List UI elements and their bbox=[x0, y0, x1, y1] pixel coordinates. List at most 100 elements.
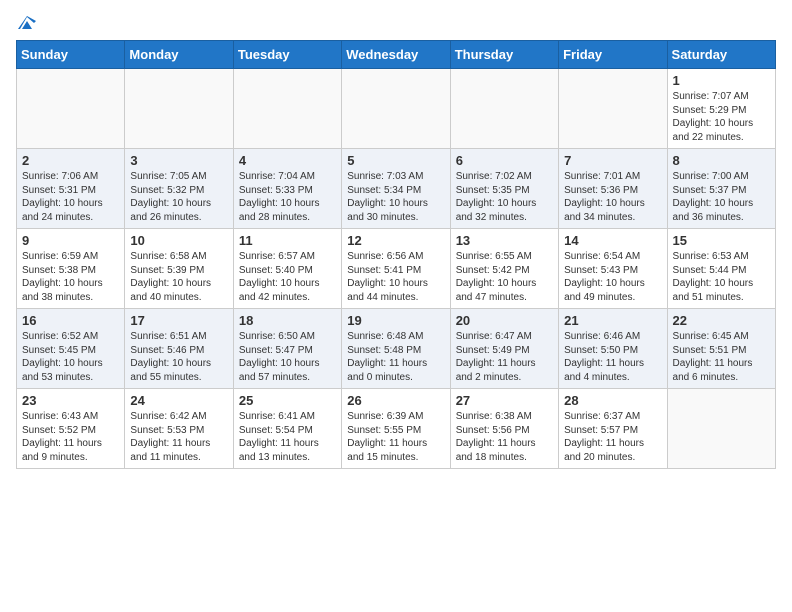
calendar-cell: 24 Sunrise: 6:42 AM Sunset: 5:53 PM Dayli… bbox=[125, 389, 233, 469]
calendar-week-3: 16 Sunrise: 6:52 AM Sunset: 5:45 PM Dayli… bbox=[17, 309, 776, 389]
calendar-cell: 14 Sunrise: 6:54 AM Sunset: 5:43 PM Dayli… bbox=[559, 229, 667, 309]
day-info: Sunrise: 6:39 AM Sunset: 5:55 PM Dayligh… bbox=[347, 410, 444, 464]
calendar-cell: 13 Sunrise: 6:55 AM Sunset: 5:42 PM Dayli… bbox=[450, 229, 558, 309]
weekday-monday: Monday bbox=[125, 41, 233, 69]
calendar-cell: 15 Sunrise: 6:53 AM Sunset: 5:44 PM Dayli… bbox=[667, 229, 775, 309]
calendar-cell bbox=[450, 69, 558, 149]
day-number: 6 bbox=[456, 153, 553, 168]
calendar-cell: 16 Sunrise: 6:52 AM Sunset: 5:45 PM Dayli… bbox=[17, 309, 125, 389]
day-info: Sunrise: 6:48 AM Sunset: 5:48 PM Dayligh… bbox=[347, 330, 444, 384]
day-info: Sunrise: 7:01 AM Sunset: 5:36 PM Dayligh… bbox=[564, 170, 661, 224]
day-info: Sunrise: 6:42 AM Sunset: 5:53 PM Dayligh… bbox=[130, 410, 227, 464]
day-number: 18 bbox=[239, 313, 336, 328]
day-info: Sunrise: 7:07 AM Sunset: 5:29 PM Dayligh… bbox=[673, 90, 770, 144]
day-number: 26 bbox=[347, 393, 444, 408]
day-info: Sunrise: 7:03 AM Sunset: 5:34 PM Dayligh… bbox=[347, 170, 444, 224]
calendar-cell: 18 Sunrise: 6:50 AM Sunset: 5:47 PM Dayli… bbox=[233, 309, 341, 389]
day-number: 2 bbox=[22, 153, 119, 168]
calendar-table: SundayMondayTuesdayWednesdayThursdayFrid… bbox=[16, 40, 776, 469]
calendar-cell: 21 Sunrise: 6:46 AM Sunset: 5:50 PM Dayli… bbox=[559, 309, 667, 389]
day-info: Sunrise: 6:55 AM Sunset: 5:42 PM Dayligh… bbox=[456, 250, 553, 304]
day-number: 11 bbox=[239, 233, 336, 248]
calendar-week-1: 2 Sunrise: 7:06 AM Sunset: 5:31 PM Daylig… bbox=[17, 149, 776, 229]
day-number: 9 bbox=[22, 233, 119, 248]
calendar-cell: 8Sunrise: 7:00 AM Sunset: 5:37 PM Daylig… bbox=[667, 149, 775, 229]
calendar-cell: 20 Sunrise: 6:47 AM Sunset: 5:49 PM Dayli… bbox=[450, 309, 558, 389]
calendar-header: SundayMondayTuesdayWednesdayThursdayFrid… bbox=[17, 41, 776, 69]
day-info: Sunrise: 6:58 AM Sunset: 5:39 PM Dayligh… bbox=[130, 250, 227, 304]
weekday-tuesday: Tuesday bbox=[233, 41, 341, 69]
day-info: Sunrise: 6:50 AM Sunset: 5:47 PM Dayligh… bbox=[239, 330, 336, 384]
day-info: Sunrise: 6:52 AM Sunset: 5:45 PM Dayligh… bbox=[22, 330, 119, 384]
day-number: 25 bbox=[239, 393, 336, 408]
calendar-cell bbox=[559, 69, 667, 149]
calendar-week-4: 23Sunrise: 6:43 AM Sunset: 5:52 PM Dayli… bbox=[17, 389, 776, 469]
weekday-wednesday: Wednesday bbox=[342, 41, 450, 69]
day-info: Sunrise: 6:56 AM Sunset: 5:41 PM Dayligh… bbox=[347, 250, 444, 304]
day-number: 13 bbox=[456, 233, 553, 248]
day-number: 14 bbox=[564, 233, 661, 248]
day-number: 22 bbox=[673, 313, 770, 328]
day-info: Sunrise: 6:37 AM Sunset: 5:57 PM Dayligh… bbox=[564, 410, 661, 464]
calendar-cell: 12 Sunrise: 6:56 AM Sunset: 5:41 PM Dayli… bbox=[342, 229, 450, 309]
day-number: 12 bbox=[347, 233, 444, 248]
calendar-cell: 17 Sunrise: 6:51 AM Sunset: 5:46 PM Dayli… bbox=[125, 309, 233, 389]
calendar-cell: 5 Sunrise: 7:03 AM Sunset: 5:34 PM Daylig… bbox=[342, 149, 450, 229]
day-number: 15 bbox=[673, 233, 770, 248]
weekday-sunday: Sunday bbox=[17, 41, 125, 69]
day-info: Sunrise: 6:45 AM Sunset: 5:51 PM Dayligh… bbox=[673, 330, 770, 384]
weekday-saturday: Saturday bbox=[667, 41, 775, 69]
calendar-cell: 23Sunrise: 6:43 AM Sunset: 5:52 PM Dayli… bbox=[17, 389, 125, 469]
day-number: 19 bbox=[347, 313, 444, 328]
calendar-cell: 4 Sunrise: 7:04 AM Sunset: 5:33 PM Daylig… bbox=[233, 149, 341, 229]
day-number: 5 bbox=[347, 153, 444, 168]
day-number: 24 bbox=[130, 393, 227, 408]
calendar-cell: 3 Sunrise: 7:05 AM Sunset: 5:32 PM Daylig… bbox=[125, 149, 233, 229]
day-info: Sunrise: 6:51 AM Sunset: 5:46 PM Dayligh… bbox=[130, 330, 227, 384]
calendar-cell: 10 Sunrise: 6:58 AM Sunset: 5:39 PM Dayli… bbox=[125, 229, 233, 309]
day-info: Sunrise: 7:04 AM Sunset: 5:33 PM Dayligh… bbox=[239, 170, 336, 224]
day-info: Sunrise: 7:05 AM Sunset: 5:32 PM Dayligh… bbox=[130, 170, 227, 224]
calendar-cell bbox=[125, 69, 233, 149]
weekday-header-row: SundayMondayTuesdayWednesdayThursdayFrid… bbox=[17, 41, 776, 69]
day-info: Sunrise: 6:38 AM Sunset: 5:56 PM Dayligh… bbox=[456, 410, 553, 464]
calendar-cell: 9 Sunrise: 6:59 AM Sunset: 5:38 PM Daylig… bbox=[17, 229, 125, 309]
calendar-body: 1 Sunrise: 7:07 AM Sunset: 5:29 PM Daylig… bbox=[17, 69, 776, 469]
calendar-week-2: 9 Sunrise: 6:59 AM Sunset: 5:38 PM Daylig… bbox=[17, 229, 776, 309]
calendar-cell: 25 Sunrise: 6:41 AM Sunset: 5:54 PM Dayli… bbox=[233, 389, 341, 469]
day-info: Sunrise: 7:02 AM Sunset: 5:35 PM Dayligh… bbox=[456, 170, 553, 224]
day-info: Sunrise: 6:53 AM Sunset: 5:44 PM Dayligh… bbox=[673, 250, 770, 304]
calendar-cell: 27 Sunrise: 6:38 AM Sunset: 5:56 PM Dayli… bbox=[450, 389, 558, 469]
day-info: Sunrise: 6:57 AM Sunset: 5:40 PM Dayligh… bbox=[239, 250, 336, 304]
day-number: 4 bbox=[239, 153, 336, 168]
calendar-cell bbox=[17, 69, 125, 149]
day-info: Sunrise: 7:06 AM Sunset: 5:31 PM Dayligh… bbox=[22, 170, 119, 224]
day-number: 3 bbox=[130, 153, 227, 168]
calendar-cell bbox=[667, 389, 775, 469]
calendar-cell: 1 Sunrise: 7:07 AM Sunset: 5:29 PM Daylig… bbox=[667, 69, 775, 149]
day-number: 1 bbox=[673, 73, 770, 88]
day-info: Sunrise: 6:59 AM Sunset: 5:38 PM Dayligh… bbox=[22, 250, 119, 304]
logo-icon bbox=[18, 16, 36, 30]
calendar-cell: 22 Sunrise: 6:45 AM Sunset: 5:51 PM Dayli… bbox=[667, 309, 775, 389]
calendar-cell: 7 Sunrise: 7:01 AM Sunset: 5:36 PM Daylig… bbox=[559, 149, 667, 229]
day-info: Sunrise: 6:46 AM Sunset: 5:50 PM Dayligh… bbox=[564, 330, 661, 384]
day-info: Sunrise: 6:41 AM Sunset: 5:54 PM Dayligh… bbox=[239, 410, 336, 464]
day-info: Sunrise: 6:47 AM Sunset: 5:49 PM Dayligh… bbox=[456, 330, 553, 384]
calendar-cell: 2 Sunrise: 7:06 AM Sunset: 5:31 PM Daylig… bbox=[17, 149, 125, 229]
day-number: 23 bbox=[22, 393, 119, 408]
day-number: 17 bbox=[130, 313, 227, 328]
day-number: 8 bbox=[673, 153, 770, 168]
day-number: 16 bbox=[22, 313, 119, 328]
day-number: 7 bbox=[564, 153, 661, 168]
weekday-thursday: Thursday bbox=[450, 41, 558, 69]
day-number: 20 bbox=[456, 313, 553, 328]
day-info: Sunrise: 6:54 AM Sunset: 5:43 PM Dayligh… bbox=[564, 250, 661, 304]
day-number: 21 bbox=[564, 313, 661, 328]
calendar-cell bbox=[233, 69, 341, 149]
calendar-cell bbox=[342, 69, 450, 149]
day-number: 10 bbox=[130, 233, 227, 248]
page-header bbox=[16, 16, 776, 30]
day-number: 27 bbox=[456, 393, 553, 408]
calendar-cell: 26 Sunrise: 6:39 AM Sunset: 5:55 PM Dayli… bbox=[342, 389, 450, 469]
